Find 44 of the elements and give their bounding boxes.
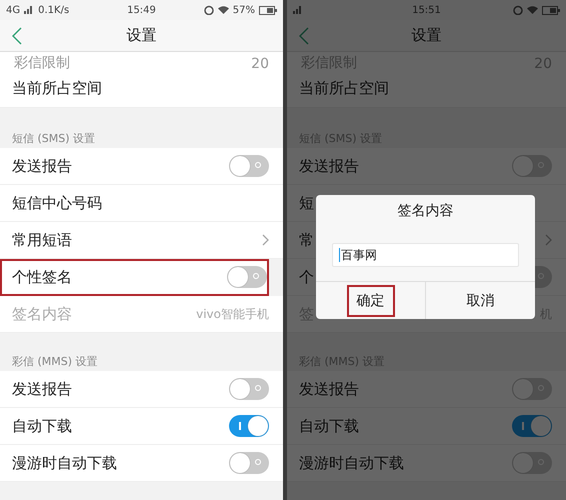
battery-level: 57% xyxy=(232,4,255,16)
setting-label[interactable]: 常用短语 xyxy=(12,230,72,250)
toggle-switch[interactable] xyxy=(512,155,552,177)
setting-label[interactable]: 自动下载 xyxy=(12,416,72,436)
setting-label[interactable]: 漫游时自动下载 xyxy=(12,454,117,472)
wifi-icon xyxy=(527,6,538,14)
screen-title: 设置 xyxy=(412,26,442,45)
setting-value: 20 xyxy=(251,56,269,70)
text-field[interactable]: 百事网 xyxy=(332,243,519,267)
toggle-switch[interactable] xyxy=(512,415,552,437)
chevron-right-icon xyxy=(545,234,552,246)
setting-label[interactable]: 发送报告 xyxy=(12,380,72,398)
signal-icon xyxy=(24,6,34,14)
toggle-switch[interactable] xyxy=(512,378,552,400)
dialog-button[interactable]: 取消 xyxy=(456,284,504,316)
screen-title: 设置 xyxy=(126,26,156,45)
dialog-button[interactable]: 确定 xyxy=(346,284,394,316)
dialog-title: 签名内容 xyxy=(396,202,454,221)
chevron-right-icon xyxy=(262,234,269,246)
toggle-switch[interactable] xyxy=(227,266,267,288)
battery-icon xyxy=(259,6,277,14)
toggle-switch[interactable] xyxy=(229,155,269,177)
back-icon[interactable] xyxy=(12,27,22,45)
back-icon[interactable] xyxy=(299,27,309,45)
section-header: 短信 (SMS) 设置 xyxy=(11,130,96,146)
toggle-switch[interactable] xyxy=(229,415,269,437)
setting-value: vivo智能手机 xyxy=(196,306,269,322)
setting-label[interactable]: 当前所占空间 xyxy=(12,79,102,98)
network-speed: 0.1K/s xyxy=(38,4,70,16)
battery-icon xyxy=(542,6,560,14)
toggle-switch[interactable] xyxy=(229,378,269,400)
signal-icon xyxy=(293,6,303,14)
network-indicator: 4G xyxy=(6,4,20,16)
status-time: 15:49 xyxy=(126,4,157,16)
setting-label: 签名内容 xyxy=(12,304,72,324)
setting-label[interactable]: 短信中心号码 xyxy=(12,194,102,212)
toggle-switch[interactable] xyxy=(512,452,552,474)
status-time: 15:51 xyxy=(411,4,442,16)
wifi-icon xyxy=(218,6,229,14)
setting-label[interactable]: 发送报告 xyxy=(12,156,72,176)
toggle-switch[interactable] xyxy=(229,452,269,474)
section-header: 彩信 (MMS) 设置 xyxy=(11,354,99,370)
setting-label[interactable]: 个性签名 xyxy=(12,268,72,286)
setting-label: 彩信限制 xyxy=(14,54,70,70)
